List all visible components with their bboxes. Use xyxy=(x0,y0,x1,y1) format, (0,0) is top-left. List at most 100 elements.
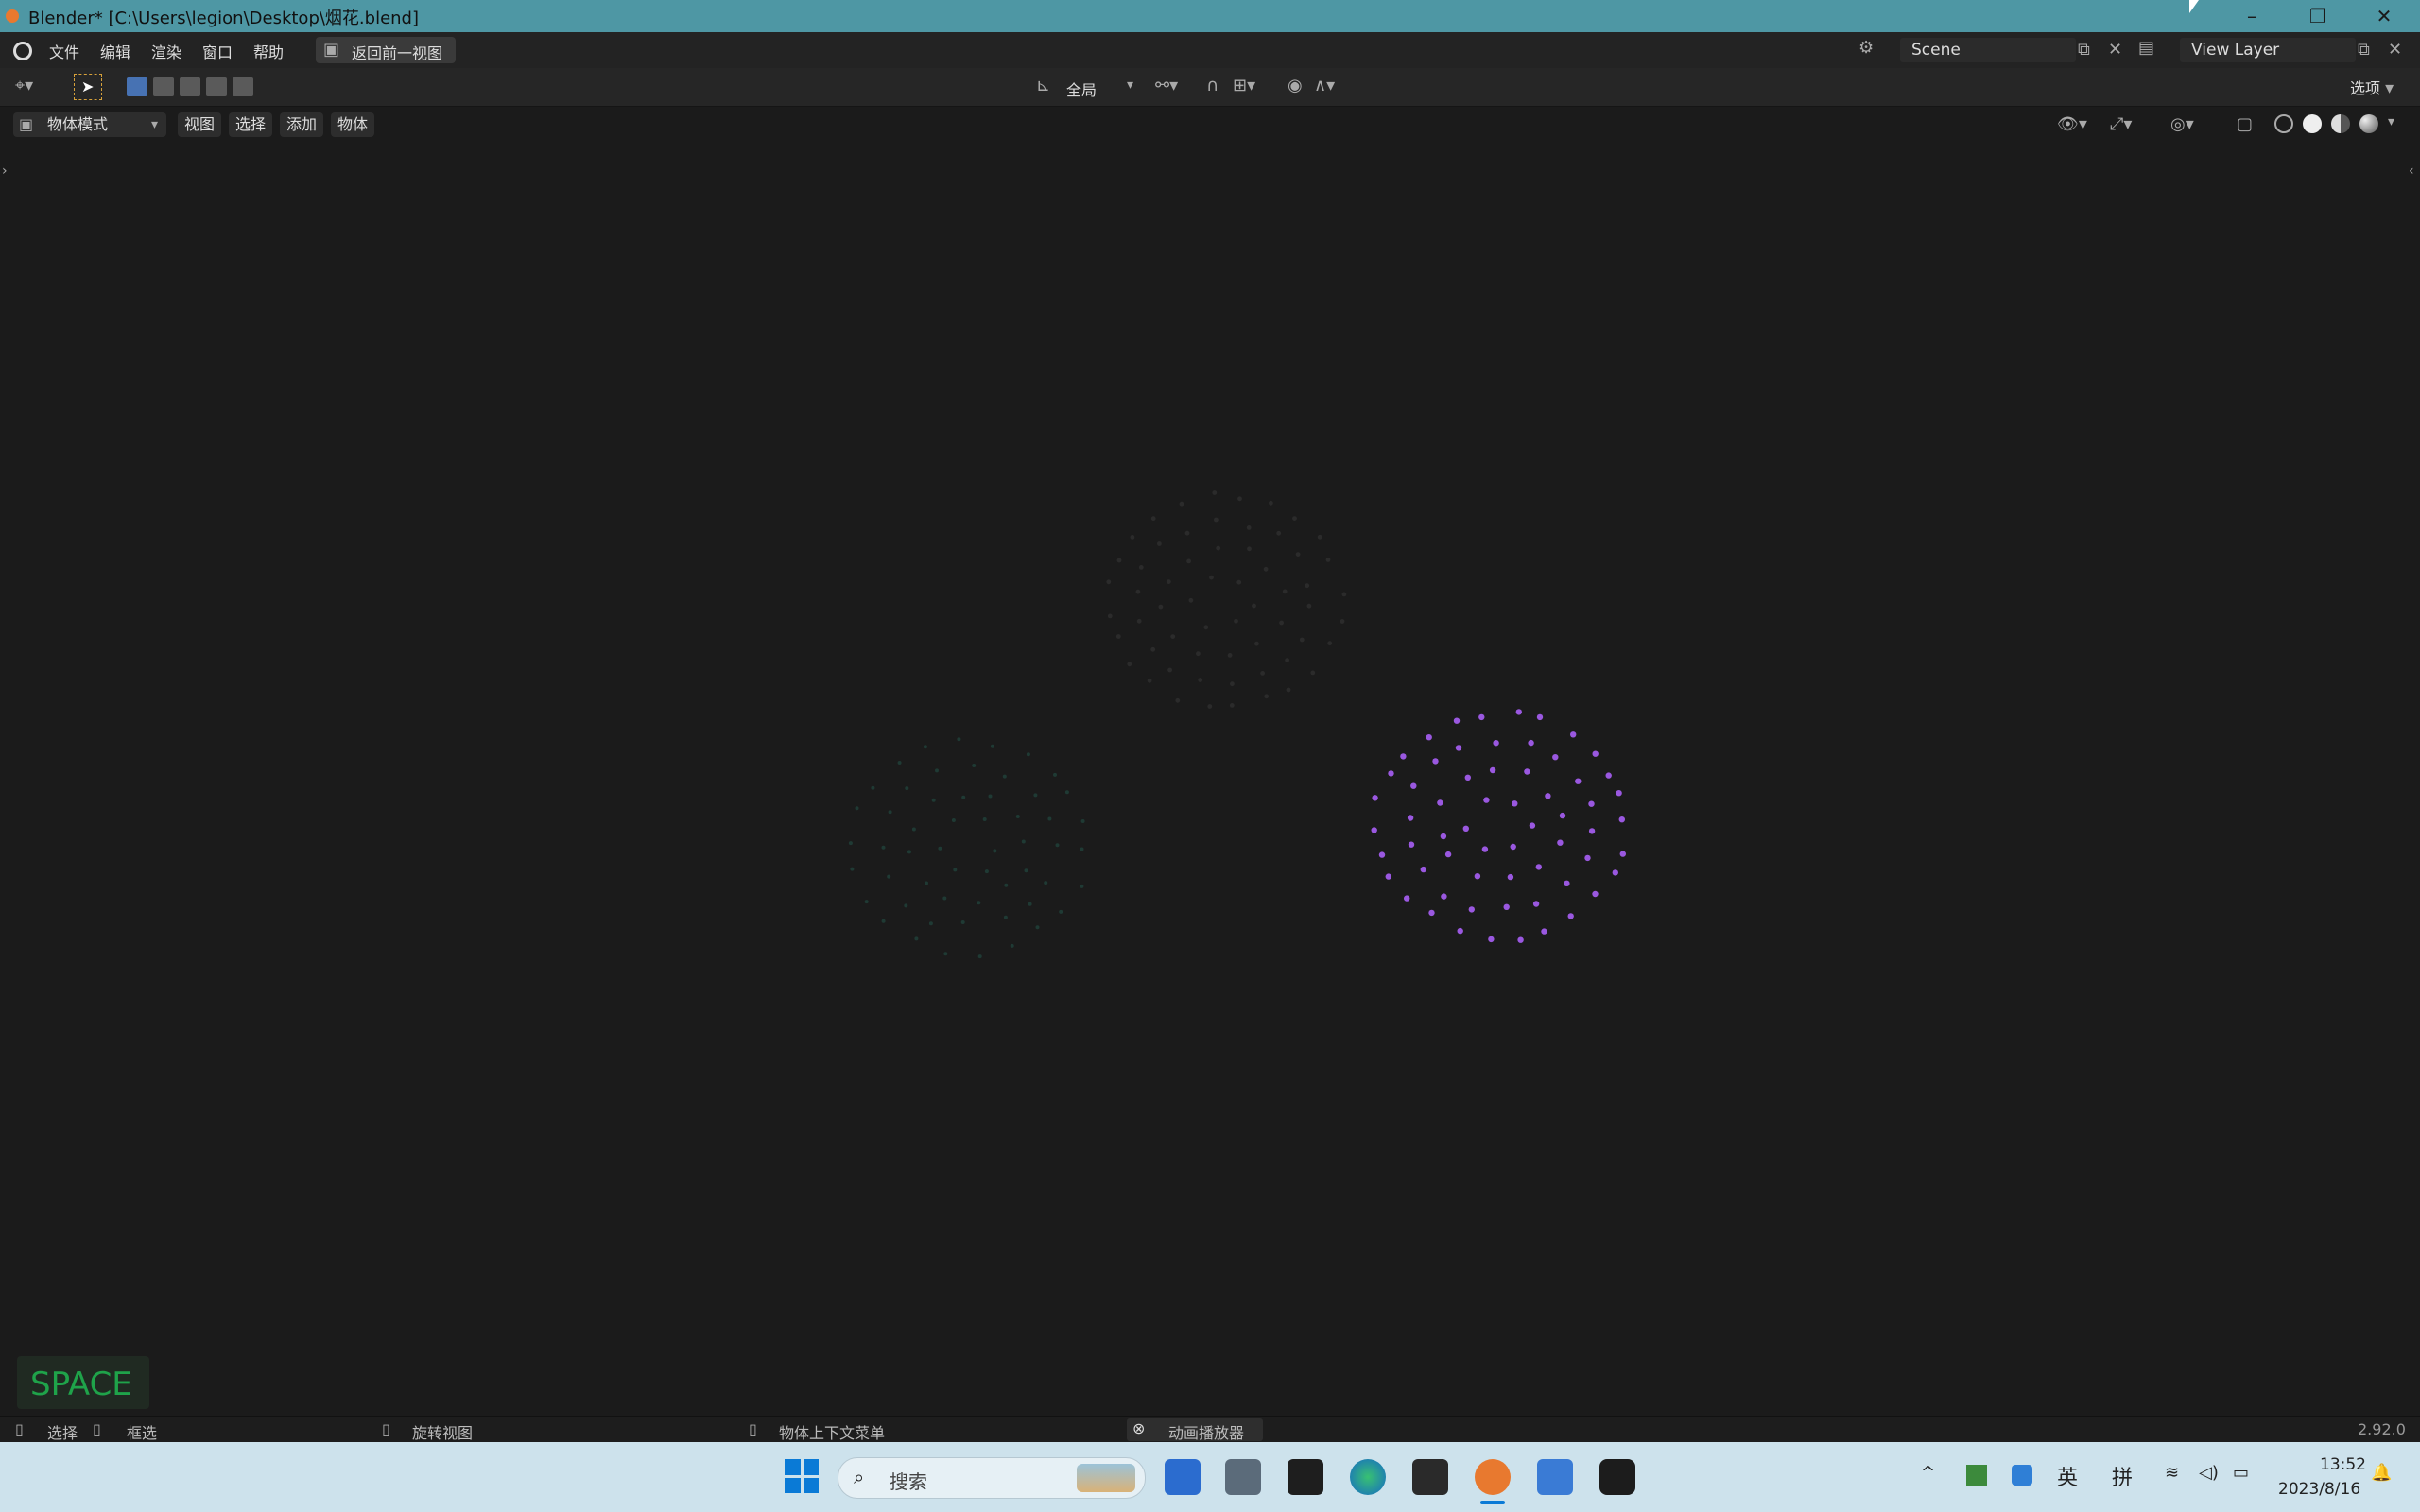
snap-toggle-icon[interactable]: ∩ xyxy=(1206,76,1219,95)
menu-help[interactable]: 帮助 xyxy=(253,40,284,62)
falloff-icon[interactable]: ∧▾ xyxy=(1314,76,1335,95)
menu-view[interactable]: 视图 xyxy=(178,112,221,137)
scene-browse-icon[interactable]: ⚙ xyxy=(1858,38,1889,62)
close-button[interactable]: ✕ xyxy=(2352,0,2416,32)
particle xyxy=(1080,847,1084,851)
animation-player-job[interactable]: ⊗ 动画播放器 xyxy=(1127,1418,1263,1442)
select-tool-button[interactable]: ➤ xyxy=(74,74,102,100)
wireframe-shading-icon[interactable] xyxy=(2274,114,2293,133)
particle xyxy=(1483,797,1490,803)
material-shading-icon[interactable] xyxy=(2331,114,2350,133)
editor-type-icon[interactable]: ⌖▾ xyxy=(15,76,33,95)
tray-overflow-icon[interactable]: ^ xyxy=(1921,1463,1935,1483)
menu-edit[interactable]: 编辑 xyxy=(100,40,130,62)
gizmo-icon[interactable]: ⤢▾ xyxy=(2110,114,2132,134)
tray-app-icon[interactable] xyxy=(1966,1465,1987,1486)
particle xyxy=(1535,864,1543,870)
viewport-header: ▣ 物体模式 ▾ 视图 选择 添加 物体 👁▾ ⤢▾ ◎▾ ▢ ▾ xyxy=(0,107,2420,143)
ime-language[interactable]: 英 xyxy=(2057,1461,2078,1491)
mode-extend-icon[interactable] xyxy=(153,77,174,96)
wifi-icon[interactable]: ≋ xyxy=(2165,1463,2179,1483)
particle xyxy=(1203,625,1209,630)
particle xyxy=(1341,592,1347,597)
particle xyxy=(1138,565,1144,570)
security-shield-icon[interactable] xyxy=(2012,1465,2032,1486)
particle-scene xyxy=(848,490,1627,959)
particle xyxy=(1184,530,1190,536)
view-layer-field[interactable]: View Layer xyxy=(2180,38,2356,62)
blender-menu-icon[interactable] xyxy=(13,42,32,60)
notification-bell-icon[interactable]: 🔔 xyxy=(2371,1463,2392,1483)
snap-target-icon[interactable]: ⊞▾ xyxy=(1233,76,1255,95)
menu-render[interactable]: 渲染 xyxy=(151,40,182,62)
particle xyxy=(1179,501,1184,507)
mode-select[interactable]: ▣ 物体模式 ▾ xyxy=(13,112,166,137)
minimize-button[interactable]: – xyxy=(2220,0,2284,32)
particle xyxy=(1021,839,1026,844)
mode-subtract-icon[interactable] xyxy=(180,77,200,96)
solid-shading-icon[interactable] xyxy=(2303,114,2322,133)
menu-select[interactable]: 选择 xyxy=(229,112,272,137)
new-view-layer-icon[interactable]: ⧉ xyxy=(2358,40,2370,60)
particle xyxy=(1107,613,1113,619)
particle xyxy=(972,764,977,767)
particle xyxy=(1503,903,1510,910)
xray-icon[interactable]: ▢ xyxy=(2237,114,2253,134)
delete-scene-icon[interactable]: ✕ xyxy=(2108,40,2122,60)
maximize-button[interactable]: ❐ xyxy=(2286,0,2350,32)
clock-date[interactable]: 2023/8/16 xyxy=(2278,1480,2360,1499)
particle xyxy=(1404,895,1410,902)
particle xyxy=(1188,597,1194,603)
cancel-job-icon[interactable]: ⊗ xyxy=(1132,1419,1145,1437)
options-dropdown[interactable]: 选项 ▾ xyxy=(2350,76,2394,98)
battery-icon[interactable]: ▭ xyxy=(2233,1463,2249,1483)
volume-icon[interactable]: ◁) xyxy=(2199,1463,2219,1483)
ime-mode[interactable]: 拼 xyxy=(2112,1461,2133,1491)
particle xyxy=(1198,678,1203,682)
version-label: 2.92.0 xyxy=(2358,1420,2406,1438)
menu-add[interactable]: 添加 xyxy=(280,112,323,137)
taskbar-search[interactable]: ⌕ 搜索 xyxy=(838,1457,1146,1499)
terminal-icon[interactable] xyxy=(1288,1459,1323,1495)
menu-file[interactable]: 文件 xyxy=(49,40,79,62)
particle xyxy=(1310,670,1316,676)
particle xyxy=(1158,604,1164,610)
mode-invert-icon[interactable] xyxy=(206,77,227,96)
scene-field[interactable]: Scene xyxy=(1900,38,2076,62)
calculator-icon[interactable] xyxy=(1225,1459,1261,1495)
particle xyxy=(1002,774,1007,779)
new-scene-icon[interactable]: ⧉ xyxy=(2078,40,2090,60)
back-to-previous-button[interactable]: ▣ 返回前一视图 xyxy=(316,37,456,63)
mode-intersect-icon[interactable] xyxy=(233,77,253,96)
view-layer-browse-icon[interactable]: ▤ xyxy=(2138,38,2176,62)
powershell-icon[interactable] xyxy=(1412,1459,1448,1495)
particle xyxy=(1264,694,1270,699)
status-select: 选择 xyxy=(47,1424,78,1442)
overlays-icon[interactable]: ◎▾ xyxy=(2170,114,2194,134)
camera-recorder-icon[interactable] xyxy=(1599,1459,1635,1495)
blender-app-icon[interactable] xyxy=(1475,1459,1511,1495)
rendered-shading-icon[interactable] xyxy=(2360,114,2378,133)
key-hint-overlay: SPACE xyxy=(17,1356,149,1409)
firework-particles-teal xyxy=(848,737,1085,959)
pivot-point-icon[interactable]: ⚯▾ xyxy=(1155,76,1178,95)
visibility-icon[interactable]: 👁▾ xyxy=(2057,114,2087,134)
menu-object[interactable]: 物体 xyxy=(331,112,374,137)
proportional-edit-icon[interactable]: ◉ xyxy=(1288,76,1303,95)
shading-options-icon[interactable]: ▾ xyxy=(2388,114,2394,129)
clock-time[interactable]: 13:52 xyxy=(2320,1455,2366,1474)
transform-orientation-select[interactable]: 全局 ▾ xyxy=(1061,75,1142,99)
particle xyxy=(1209,575,1214,580)
windows-start-icon[interactable] xyxy=(785,1459,819,1493)
mode-new-icon[interactable] xyxy=(127,77,147,96)
menu-window[interactable]: 窗口 xyxy=(202,40,233,62)
particle xyxy=(1592,750,1599,757)
particle xyxy=(1252,603,1256,609)
notepad-icon[interactable] xyxy=(1537,1459,1573,1495)
particle xyxy=(1432,758,1439,765)
3d-viewport[interactable]: › ‹ SPACE xyxy=(0,143,2420,1416)
microsoft-store-icon[interactable] xyxy=(1165,1459,1201,1495)
delete-view-layer-icon[interactable]: ✕ xyxy=(2388,40,2402,60)
edge-browser-icon[interactable] xyxy=(1350,1459,1386,1495)
mouse-cursor-icon xyxy=(2189,0,2199,13)
